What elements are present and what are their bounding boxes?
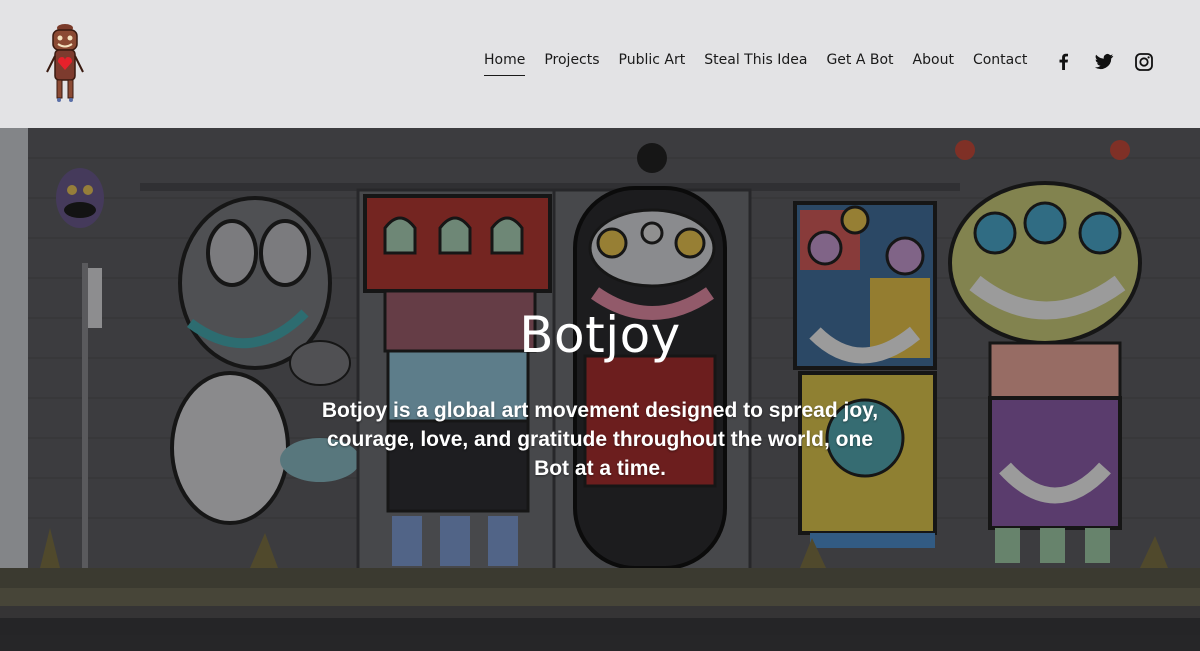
social-links — [1054, 52, 1154, 72]
hero-overlay — [0, 128, 1200, 651]
nav-item-projects[interactable]: Projects — [544, 52, 599, 76]
nav-item-contact[interactable]: Contact — [973, 52, 1027, 76]
nav-item-about[interactable]: About — [913, 52, 954, 76]
nav-item-home[interactable]: Home — [484, 52, 526, 76]
botjoy-logo[interactable] — [44, 22, 86, 102]
nav-item-steal-this-idea[interactable]: Steal This Idea — [704, 52, 807, 76]
twitter-icon[interactable] — [1094, 52, 1114, 72]
hero-section: Botjoy Botjoy is a global art movement d… — [0, 128, 1200, 651]
site-header: Home Projects Public Art Steal This Idea… — [0, 0, 1200, 128]
nav-item-public-art[interactable]: Public Art — [619, 52, 686, 76]
facebook-icon[interactable] — [1054, 52, 1074, 72]
main-nav: Home Projects Public Art Steal This Idea… — [484, 52, 1046, 76]
nav-item-get-a-bot[interactable]: Get A Bot — [826, 52, 893, 76]
hero-subtitle: Botjoy is a global art movement designed… — [321, 399, 879, 480]
instagram-icon[interactable] — [1134, 52, 1154, 72]
hero-title: Botjoy — [519, 306, 681, 364]
